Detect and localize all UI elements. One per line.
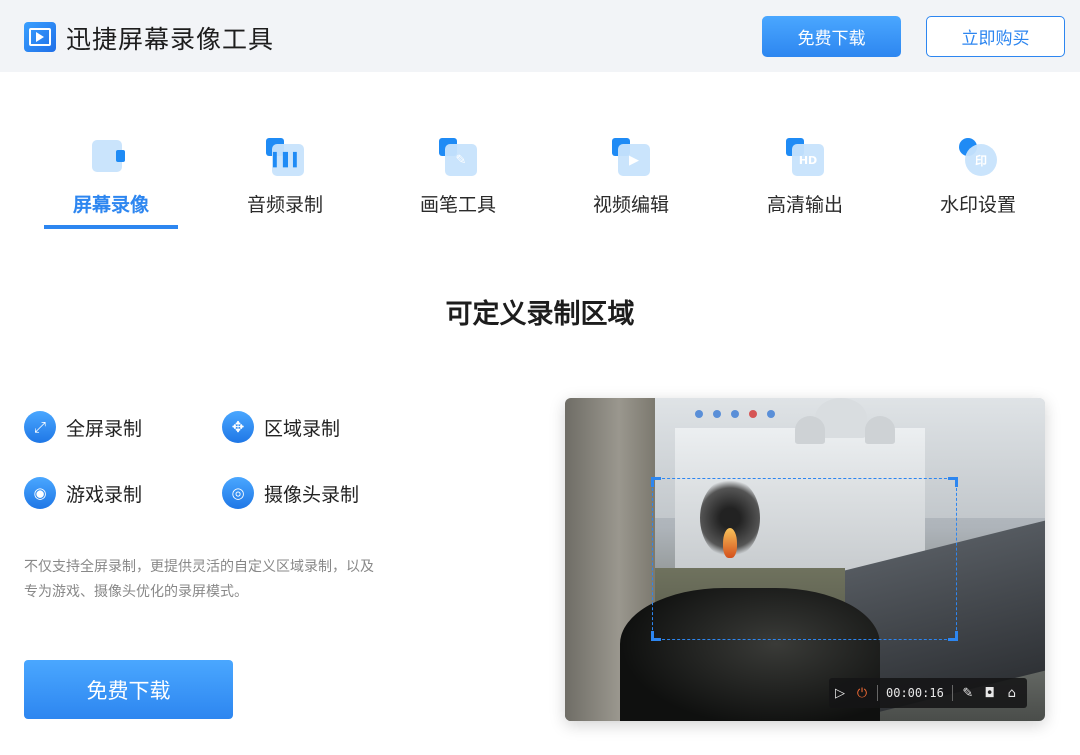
tab-watermark[interactable]: 印 水印设置 [911, 128, 1045, 230]
screen-record-icon [88, 134, 134, 180]
tab-label: 音频录制 [246, 194, 323, 216]
tab-screen-record[interactable]: 屏幕录像 [44, 128, 178, 230]
active-tab-underline [44, 225, 178, 229]
header-download-button[interactable]: 免费下载 [762, 16, 901, 57]
pen-icon[interactable]: ✎ [957, 686, 979, 701]
watermark-icon: 印 [955, 134, 1001, 180]
recording-region-selection[interactable] [651, 477, 958, 641]
fullscreen-icon: ⤢ [24, 411, 56, 443]
header-bar: 迅捷屏幕录像工具 免费下载 立即购买 [0, 0, 1080, 72]
feature-label: 游戏录制 [66, 483, 143, 506]
feature-label: 区域录制 [264, 417, 341, 440]
recording-toolbar: ▷ ⏻ 00:00:16 ✎ ◘ ⌂ [829, 678, 1027, 708]
tab-audio-record[interactable]: ▍▌▍ 音频录制 [218, 128, 352, 230]
feature-webcam: ◎ 摄像头录制 [222, 476, 359, 510]
tab-label: 视频编辑 [592, 194, 669, 216]
main-download-button[interactable]: 免费下载 [24, 660, 233, 719]
recording-preview-image: ▷ ⏻ 00:00:16 ✎ ◘ ⌂ [565, 398, 1045, 721]
recording-timer: 00:00:16 [886, 686, 944, 700]
header-buy-button[interactable]: 立即购买 [926, 16, 1065, 57]
tab-label: 高清输出 [766, 194, 843, 216]
feature-region: ✥ 区域录制 [222, 410, 340, 444]
feature-label: 全屏录制 [66, 417, 143, 440]
feature-game: ◉ 游戏录制 [24, 476, 142, 510]
preview-topbar [695, 410, 775, 418]
feature-label: 摄像头录制 [264, 483, 360, 506]
brush-tool-icon: ✎ [435, 134, 481, 180]
app-logo-icon [24, 22, 56, 52]
home-icon[interactable]: ⌂ [1001, 686, 1023, 701]
tab-label: 屏幕录像 [72, 194, 149, 216]
tab-brush-tool[interactable]: ✎ 画笔工具 [391, 128, 525, 230]
app-title: 迅捷屏幕录像工具 [66, 25, 275, 54]
hd-output-icon: HD [782, 134, 828, 180]
feature-fullscreen: ⤢ 全屏录制 [24, 410, 142, 444]
region-move-icon: ✥ [222, 411, 254, 443]
camera-icon[interactable]: ◘ [979, 686, 1001, 701]
power-icon[interactable]: ⏻ [851, 686, 873, 701]
tab-video-edit[interactable]: ▶ 视频编辑 [564, 128, 698, 230]
audio-record-icon: ▍▌▍ [262, 134, 308, 180]
webcam-icon: ◎ [222, 477, 254, 509]
section-title: 可定义录制区域 [445, 299, 635, 330]
tab-label: 画笔工具 [419, 194, 496, 216]
video-edit-icon: ▶ [608, 134, 654, 180]
tab-label: 水印设置 [939, 194, 1016, 216]
feature-description: 不仅支持全屏录制，更提供灵活的自定义区域录制，以及专为游戏、摄像头优化的录屏模式… [24, 559, 374, 600]
play-icon[interactable]: ▷ [829, 686, 851, 701]
tab-hd-output[interactable]: HD 高清输出 [738, 128, 872, 230]
gamepad-icon: ◉ [24, 477, 56, 509]
